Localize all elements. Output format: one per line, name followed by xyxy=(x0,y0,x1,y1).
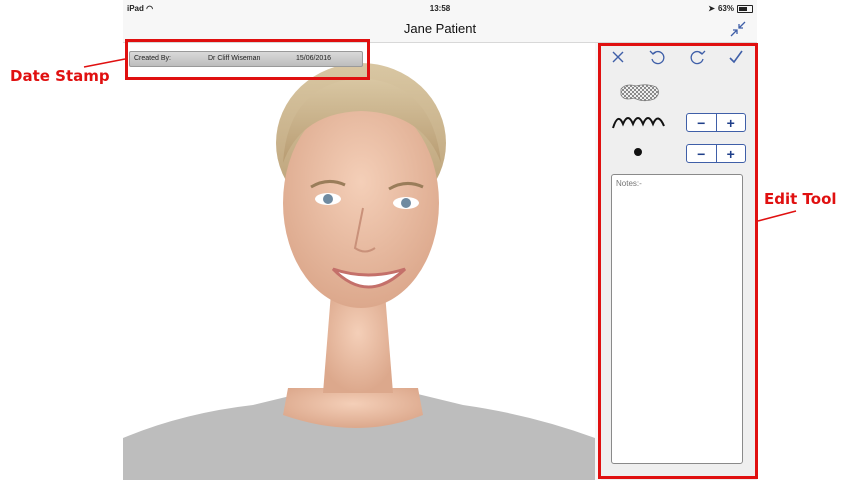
annotation-leader-lines xyxy=(83,58,797,222)
edit-tool-leader-line xyxy=(757,210,797,222)
date-stamp-leader-line xyxy=(83,58,126,68)
